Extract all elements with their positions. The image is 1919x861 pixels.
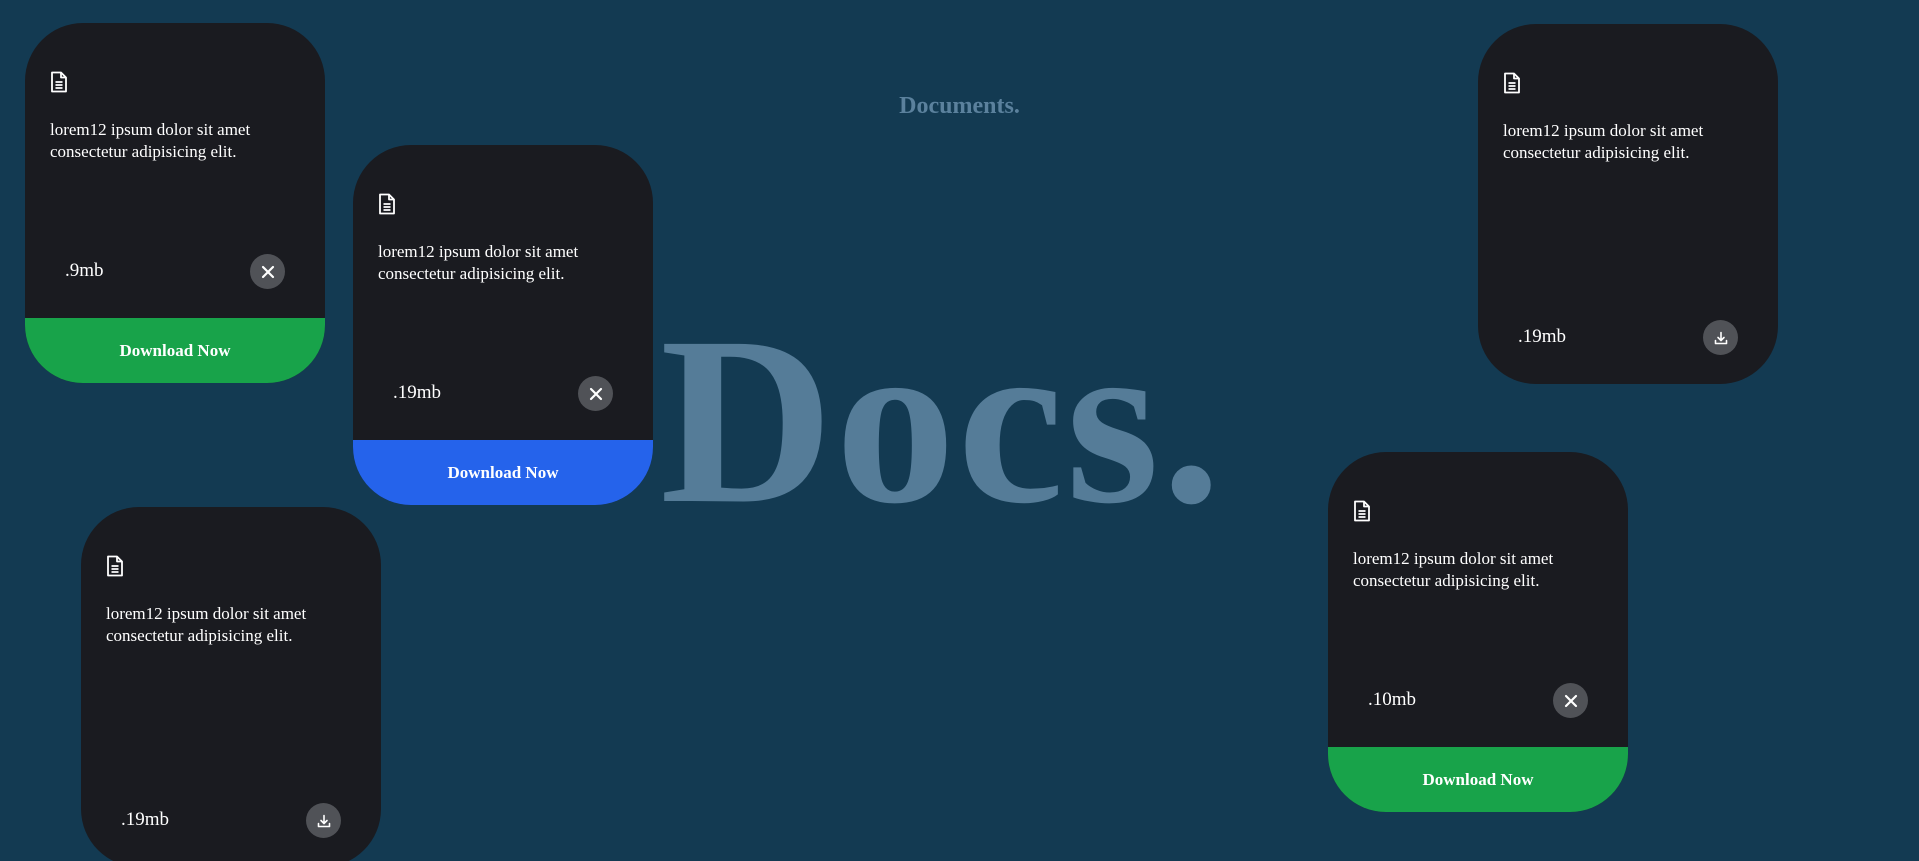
download-icon xyxy=(317,814,330,827)
file-size: .19mb xyxy=(121,809,170,830)
document-card: lorem12 ipsum dolor sit amet consectetur… xyxy=(353,145,653,505)
document-description: lorem12 ipsum dolor sit amet consectetur… xyxy=(1353,549,1554,590)
close-button[interactable] xyxy=(1553,683,1588,718)
download-now-button[interactable]: Download Now xyxy=(1328,747,1628,812)
document-card: lorem12 ipsum dolor sit amet consectetur… xyxy=(25,23,325,383)
file-size: .10mb xyxy=(1368,689,1417,710)
document-card: lorem12 ipsum dolor sit amet consectetur… xyxy=(1328,452,1628,812)
download-button[interactable] xyxy=(306,803,341,838)
document-card: lorem12 ipsum dolor sit amet consectetur… xyxy=(1478,24,1778,384)
file-size: .19mb xyxy=(393,382,442,403)
close-icon xyxy=(1564,694,1577,707)
document-icon xyxy=(1352,500,1372,522)
close-button[interactable] xyxy=(250,254,285,289)
document-icon xyxy=(105,555,125,577)
document-description: lorem12 ipsum dolor sit amet consectetur… xyxy=(106,604,307,645)
document-icon xyxy=(49,71,69,93)
file-size: .9mb xyxy=(65,260,104,281)
download-now-button[interactable]: Download Now xyxy=(25,318,325,383)
document-description: lorem12 ipsum dolor sit amet consectetur… xyxy=(378,242,579,283)
document-icon xyxy=(1502,72,1522,94)
close-icon xyxy=(261,265,274,278)
close-button[interactable] xyxy=(578,376,613,411)
download-icon xyxy=(1714,331,1727,344)
page: Documents. Docs. lorem12 ipsum dolor sit… xyxy=(0,0,1919,861)
download-now-button[interactable]: Download Now xyxy=(353,440,653,505)
close-icon xyxy=(589,387,602,400)
document-card: lorem12 ipsum dolor sit amet consectetur… xyxy=(81,507,381,861)
file-size: .19mb xyxy=(1518,326,1567,347)
hero-title: Docs. xyxy=(660,287,1224,553)
document-description: lorem12 ipsum dolor sit amet consectetur… xyxy=(50,120,251,161)
download-button[interactable] xyxy=(1703,320,1738,355)
document-icon xyxy=(377,193,397,215)
document-description: lorem12 ipsum dolor sit amet consectetur… xyxy=(1503,121,1704,162)
